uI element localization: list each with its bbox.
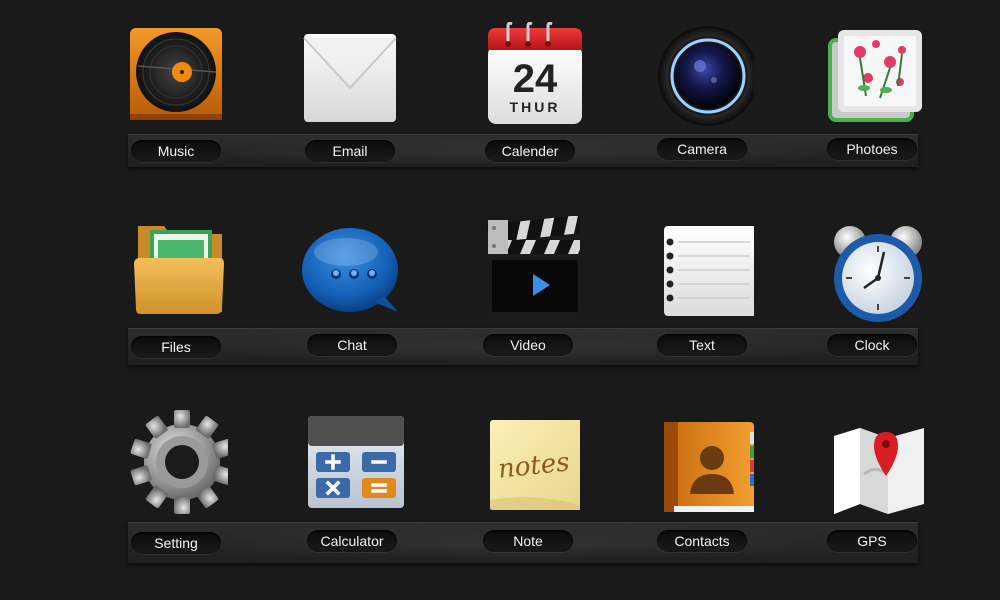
calculator-icon: [300, 414, 404, 518]
notepad-icon: [650, 222, 754, 326]
folder-icon: [124, 222, 228, 326]
clapperboard-icon: [476, 216, 580, 320]
app-text[interactable]: Text: [642, 222, 762, 372]
app-label-contacts: Contacts: [657, 530, 747, 552]
app-label-setting: Setting: [131, 532, 221, 554]
camera-icon: [650, 24, 754, 128]
alarm-clock-icon: [820, 222, 924, 326]
app-gps[interactable]: GPS: [812, 414, 932, 564]
calendar-icon: 24 THUR: [478, 22, 582, 126]
app-label-gps: GPS: [827, 530, 917, 552]
app-photos[interactable]: Photoes: [812, 26, 932, 176]
app-label-chat: Chat: [307, 334, 397, 356]
app-label-clock: Clock: [827, 334, 917, 356]
app-label-files: Files: [131, 336, 221, 358]
app-label-text: Text: [657, 334, 747, 356]
sticky-note-icon: notes: [476, 418, 580, 522]
app-label-calendar: Calender: [485, 140, 575, 162]
app-label-music: Music: [131, 140, 221, 162]
app-label-note: Note: [483, 530, 573, 552]
app-label-photos: Photoes: [827, 138, 917, 160]
address-book-icon: [650, 418, 754, 522]
chat-bubble-icon: [300, 222, 404, 326]
calendar-day: 24: [513, 57, 558, 101]
app-label-calculator: Calculator: [307, 530, 397, 552]
app-clock[interactable]: Clock: [812, 222, 932, 372]
app-calculator[interactable]: Calculator: [292, 414, 412, 564]
music-icon: [124, 26, 228, 130]
app-camera[interactable]: Camera: [642, 24, 762, 174]
app-contacts[interactable]: Contacts: [642, 418, 762, 568]
app-chat[interactable]: Chat: [292, 222, 412, 372]
app-music[interactable]: Music: [116, 26, 236, 176]
app-label-video: Video: [483, 334, 573, 356]
app-calendar[interactable]: 24 THUR Calender: [470, 22, 590, 172]
app-video[interactable]: Video: [468, 216, 588, 366]
photos-icon: [820, 26, 924, 130]
app-files[interactable]: Files: [116, 222, 236, 372]
email-icon: [298, 26, 402, 130]
app-label-camera: Camera: [657, 138, 747, 160]
app-note[interactable]: notes Note: [468, 418, 588, 568]
calendar-weekday: THUR: [510, 99, 561, 115]
app-email[interactable]: Email: [290, 26, 410, 176]
gear-icon: [124, 410, 228, 514]
app-setting[interactable]: Setting: [116, 410, 236, 560]
app-label-email: Email: [305, 140, 395, 162]
map-pin-icon: [820, 414, 924, 518]
